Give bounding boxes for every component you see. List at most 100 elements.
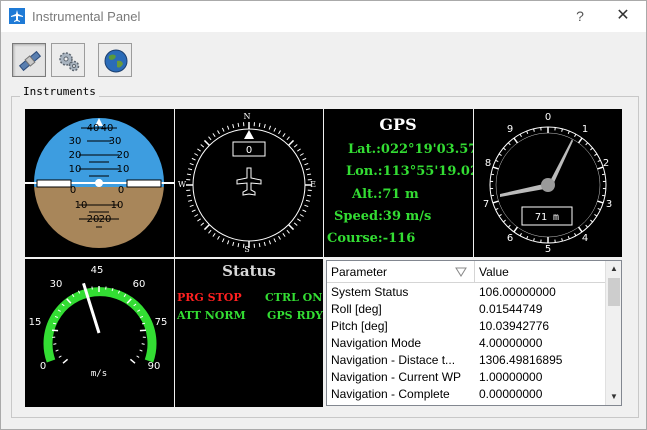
dial-tick <box>141 343 145 345</box>
dial-tick <box>299 153 304 156</box>
aircraft-symbol <box>236 167 262 196</box>
dial-tick <box>519 232 522 237</box>
scale-label: 10 <box>75 200 88 211</box>
dial-tick <box>288 139 295 146</box>
dial-tick <box>585 224 589 228</box>
altimeter: 0 1 2 3 4 5 6 7 8 9 71 m <box>474 109 622 257</box>
scale-label: 20 <box>99 214 112 225</box>
dial-tick <box>139 349 143 352</box>
dial-tick <box>282 233 286 237</box>
dial-tick <box>495 207 499 211</box>
speed-tick-label: 15 <box>29 317 42 328</box>
vertical-scrollbar[interactable]: ▲ ▼ <box>605 261 621 405</box>
globe-button[interactable] <box>98 43 132 77</box>
dial-tick <box>129 358 136 364</box>
dial-tick <box>601 173 606 176</box>
dial-tick <box>203 139 210 146</box>
gps-latitude: Lat.:022°19'03.57' <box>348 142 473 157</box>
dial-tick <box>208 229 212 234</box>
dial-tick <box>189 204 194 208</box>
compass-east: E <box>310 180 316 189</box>
dial-tick <box>273 238 277 243</box>
dial-tick <box>186 173 191 176</box>
dial-number: 3 <box>606 199 612 210</box>
heading-pointer <box>244 130 254 139</box>
satellite-button[interactable] <box>12 43 46 77</box>
title-bar: Instrumental Panel ? ✕ <box>1 1 646 32</box>
table-row[interactable]: Navigation - Distace t... 1306.49816895 <box>327 352 605 369</box>
dial-tick <box>293 222 298 226</box>
dial-tick <box>513 226 519 233</box>
table-row[interactable]: Roll [deg] 0.01544749 <box>327 301 605 318</box>
dial-tick <box>502 219 506 223</box>
dial-number: 8 <box>485 158 491 169</box>
globe-icon <box>104 49 128 73</box>
dial-number: 6 <box>507 233 513 244</box>
dial-tick <box>194 153 199 156</box>
dial-tick <box>188 168 193 171</box>
dial-tick <box>282 133 286 137</box>
table-row[interactable]: System Status 106.00000000 <box>327 284 605 301</box>
scroll-thumb[interactable] <box>608 278 620 306</box>
dial-tick <box>286 229 290 234</box>
dial-tick <box>597 159 601 163</box>
window-title: Instrumental Panel <box>32 9 141 24</box>
dial-tick <box>258 122 261 127</box>
speed-unit: m/s <box>91 369 107 379</box>
dial-tick <box>495 159 499 163</box>
dial-tick <box>507 224 511 228</box>
dial-tick <box>191 157 196 161</box>
cell-value: 1.00000000 <box>479 370 543 384</box>
airplane-icon <box>9 8 25 24</box>
table-row[interactable]: Pitch [deg] 10.03942776 <box>327 318 605 335</box>
dial-tick <box>305 199 310 202</box>
dial-tick <box>197 218 201 222</box>
table-row[interactable]: Navigation Mode 4.00000000 <box>327 335 605 352</box>
dial-tick <box>601 194 606 197</box>
table-row[interactable]: Navigation - Current WP 1.00000000 <box>327 369 605 386</box>
scroll-down-arrow-icon[interactable]: ▼ <box>606 389 621 405</box>
scroll-up-arrow-icon[interactable]: ▲ <box>606 261 621 277</box>
dial-tick <box>273 127 277 132</box>
dial-tick <box>226 240 230 245</box>
dial-tick <box>186 194 191 197</box>
dial-tick <box>585 142 589 146</box>
gps-speed: Speed:39 m/s <box>334 209 432 224</box>
dial-tick <box>232 124 235 129</box>
table-row[interactable]: Navigation - Complete 0.00000000 <box>327 386 605 403</box>
dial-tick <box>55 349 59 352</box>
dial-tick <box>304 204 309 208</box>
dial-tick <box>526 130 529 135</box>
dial-tick <box>208 136 212 141</box>
satellite-icon <box>18 50 42 72</box>
cell-value: 1306.49816895 <box>479 353 563 367</box>
dial-tick <box>513 137 519 144</box>
cell-param: System Status <box>331 285 409 299</box>
dial-number: 4 <box>582 233 588 244</box>
dial-number: 5 <box>545 244 551 255</box>
dial-tick <box>519 133 522 138</box>
dial-tick <box>212 233 216 237</box>
dial-tick <box>577 226 583 233</box>
gears-icon <box>59 52 80 72</box>
status-prg-stop: PRG STOP <box>177 291 242 304</box>
status-gps-rdy: GPS RDY <box>267 309 323 322</box>
dial-number: 1 <box>582 124 588 135</box>
settings-button[interactable] <box>51 43 85 77</box>
column-header-parameter[interactable]: Parameter <box>327 261 475 283</box>
column-header-value[interactable]: Value <box>475 261 605 283</box>
dial-tick <box>526 235 529 240</box>
dial-tick <box>498 153 502 156</box>
dial-tick <box>263 124 266 129</box>
dial-tick <box>561 128 563 132</box>
dial-tick <box>293 144 298 148</box>
dial-tick <box>305 168 310 171</box>
dial-tick <box>561 238 563 242</box>
dial-tick <box>590 219 594 223</box>
close-button[interactable]: ✕ <box>608 5 638 27</box>
dial-tick <box>574 133 577 138</box>
dial-tick <box>268 240 272 245</box>
dial-tick <box>567 130 570 135</box>
parameter-table[interactable]: Parameter Value System Status 106.0000000… <box>326 260 622 406</box>
help-button[interactable]: ? <box>566 5 594 27</box>
